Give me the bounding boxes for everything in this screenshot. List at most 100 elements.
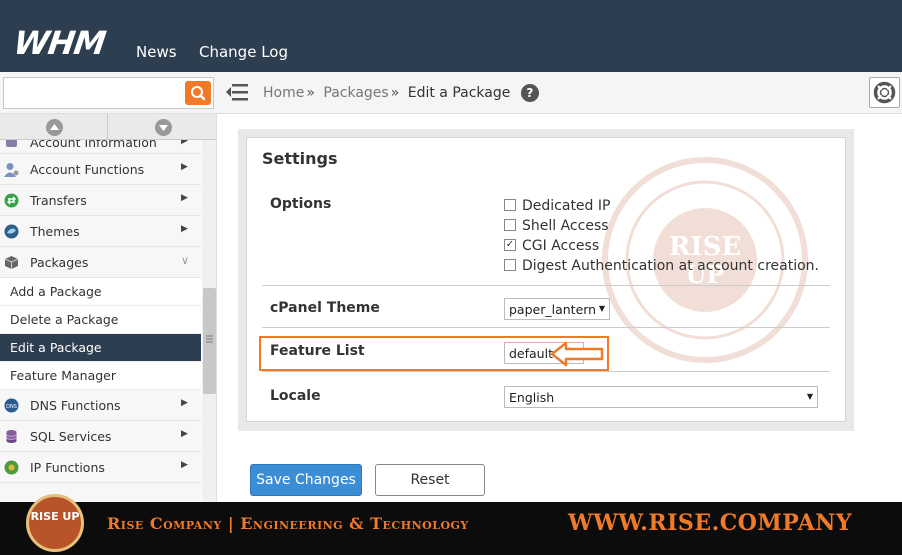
sidebar-item-label: Transfers: [30, 193, 87, 208]
lifebuoy-icon: [873, 81, 896, 104]
sidebar-item-sql-services[interactable]: SQL Services ▶: [0, 421, 201, 452]
help-icon[interactable]: ?: [520, 84, 539, 102]
save-changes-button[interactable]: Save Changes: [250, 464, 362, 496]
row-divider: [262, 327, 830, 328]
footer-logo-text: RISE UP: [30, 510, 80, 523]
breadcrumb-current: Edit a Package: [407, 85, 511, 101]
sidebar-subitem-label: Edit a Package: [10, 340, 102, 355]
expand-arrow-icon: ▶: [181, 429, 188, 439]
svg-text:DNS: DNS: [6, 404, 17, 410]
account-functions-icon: [4, 162, 19, 177]
footer-company-name: Rise Company | Engineering & Technology: [107, 514, 469, 533]
sidebar-subitem-feature-manager[interactable]: Feature Manager: [0, 362, 201, 390]
sidebar-subitem-delete-a-package[interactable]: Delete a Package: [0, 306, 201, 334]
search-icon: [191, 86, 206, 101]
sql-icon: [4, 429, 19, 444]
search-input[interactable]: [3, 77, 214, 109]
dedicated-ip-checkbox[interactable]: [504, 199, 516, 211]
cgi-access-checkbox[interactable]: ✓: [504, 239, 516, 251]
settings-panel: [246, 137, 846, 422]
breadcrumb: Home» Packages» Edit a Package ?: [263, 84, 539, 102]
expand-arrow-icon: ▶: [181, 224, 188, 234]
breadcrumb-separator: »: [306, 85, 315, 101]
option-digest-authentication[interactable]: Digest Authentication at account creatio…: [504, 258, 819, 274]
breadcrumb-packages[interactable]: Packages: [323, 85, 388, 101]
footer-website-url[interactable]: WWW.RISE.COMPANY: [568, 510, 852, 536]
feature-list-label: Feature List: [270, 343, 365, 359]
sidebar-item-label: DNS Functions: [30, 398, 121, 413]
sidebar-item-partial[interactable]: [0, 483, 201, 502]
expand-arrow-icon: ▶: [181, 398, 188, 408]
scroll-up-icon: [46, 119, 63, 136]
feature-list-value: default: [509, 346, 553, 361]
cpanel-theme-label: cPanel Theme: [270, 300, 380, 316]
sidebar-item-themes[interactable]: Themes ▶: [0, 216, 201, 247]
whm-logo[interactable]: WHM: [11, 24, 107, 62]
pointer-arrow-icon: [550, 341, 604, 367]
top-header: WHM News Change Log: [0, 0, 902, 72]
sidebar-item-dns-functions[interactable]: DNS DNS Functions ▶: [0, 390, 201, 421]
breadcrumb-separator: »: [390, 85, 400, 101]
sidebar: Account Information ▶ Account Functions …: [0, 114, 217, 502]
option-shell-access[interactable]: Shell Access: [504, 218, 609, 234]
cpanel-theme-value: paper_lantern: [509, 302, 597, 317]
sidebar-item-ip-functions[interactable]: IP Functions ▶: [0, 452, 201, 483]
menu-collapse-icon: [226, 84, 248, 101]
search-button[interactable]: [185, 81, 211, 105]
nav-change-log-link[interactable]: Change Log: [199, 43, 288, 61]
sidebar-subitem-label: Add a Package: [10, 284, 102, 299]
reset-button[interactable]: Reset: [375, 464, 485, 496]
expand-arrow-icon: ▶: [181, 162, 188, 172]
dedicated-ip-label: Dedicated IP: [522, 198, 611, 214]
shell-access-label: Shell Access: [522, 218, 609, 234]
sidebar-subitem-label: Delete a Package: [10, 312, 119, 327]
locale-label: Locale: [270, 388, 321, 404]
sidebar-subitem-label: Feature Manager: [10, 368, 116, 383]
sidebar-item-label: Account Functions: [30, 162, 145, 177]
scroll-down-button[interactable]: [108, 114, 216, 140]
row-divider: [262, 285, 830, 286]
breadcrumb-bar: Home» Packages» Edit a Package ?: [0, 72, 902, 114]
option-cgi-access[interactable]: ✓ CGI Access: [504, 238, 599, 254]
dropdown-arrow-icon: ▼: [806, 392, 813, 401]
expand-arrow-icon: ▶: [181, 193, 188, 203]
dropdown-arrow-icon: ▼: [598, 304, 605, 313]
locale-value: English: [509, 390, 555, 405]
sidebar-item-label: SQL Services: [30, 429, 112, 444]
collapse-menu-button[interactable]: [226, 82, 248, 102]
sidebar-item-label: Themes: [30, 224, 80, 239]
sidebar-item-packages[interactable]: Packages ∨: [0, 247, 201, 278]
cgi-access-label: CGI Access: [522, 238, 600, 254]
ip-icon: [4, 460, 19, 475]
cpanel-theme-select[interactable]: paper_lantern ▼: [504, 298, 610, 320]
digest-authentication-checkbox[interactable]: [504, 259, 516, 271]
scroll-up-button[interactable]: [0, 114, 108, 140]
sidebar-item-label: IP Functions: [30, 460, 105, 475]
sidebar-scroll-controls: [0, 114, 216, 140]
dns-icon: DNS: [4, 398, 19, 413]
sidebar-item-transfers[interactable]: Transfers ▶: [0, 185, 201, 216]
sidebar-subitem-add-a-package[interactable]: Add a Package: [0, 278, 201, 306]
sidebar-menu: Account Information ▶ Account Functions …: [0, 134, 201, 502]
support-button[interactable]: [869, 77, 900, 108]
scroll-down-icon: [155, 119, 172, 136]
nav-news-link[interactable]: News: [136, 43, 177, 61]
themes-icon: [4, 224, 19, 239]
packages-icon: [4, 255, 19, 270]
sidebar-item-account-functions[interactable]: Account Functions ▶: [0, 154, 201, 185]
expand-arrow-icon: ▶: [181, 460, 188, 470]
settings-title: Settings: [262, 149, 338, 168]
rise-company-logo: RISE UP: [26, 494, 84, 552]
sidebar-scrollbar-thumb[interactable]: [203, 288, 216, 394]
option-dedicated-ip[interactable]: Dedicated IP: [504, 198, 610, 214]
transfers-icon: [4, 193, 19, 208]
breadcrumb-home[interactable]: Home: [263, 85, 304, 101]
sidebar-subitem-edit-a-package[interactable]: Edit a Package: [0, 334, 201, 362]
options-label: Options: [270, 196, 332, 212]
shell-access-checkbox[interactable]: [504, 219, 516, 231]
locale-select[interactable]: English ▼: [504, 386, 818, 408]
collapse-arrow-icon: ∨: [181, 254, 190, 267]
grip-icon: [206, 335, 213, 343]
sidebar-item-label: Packages: [30, 255, 89, 270]
row-divider: [262, 371, 830, 372]
